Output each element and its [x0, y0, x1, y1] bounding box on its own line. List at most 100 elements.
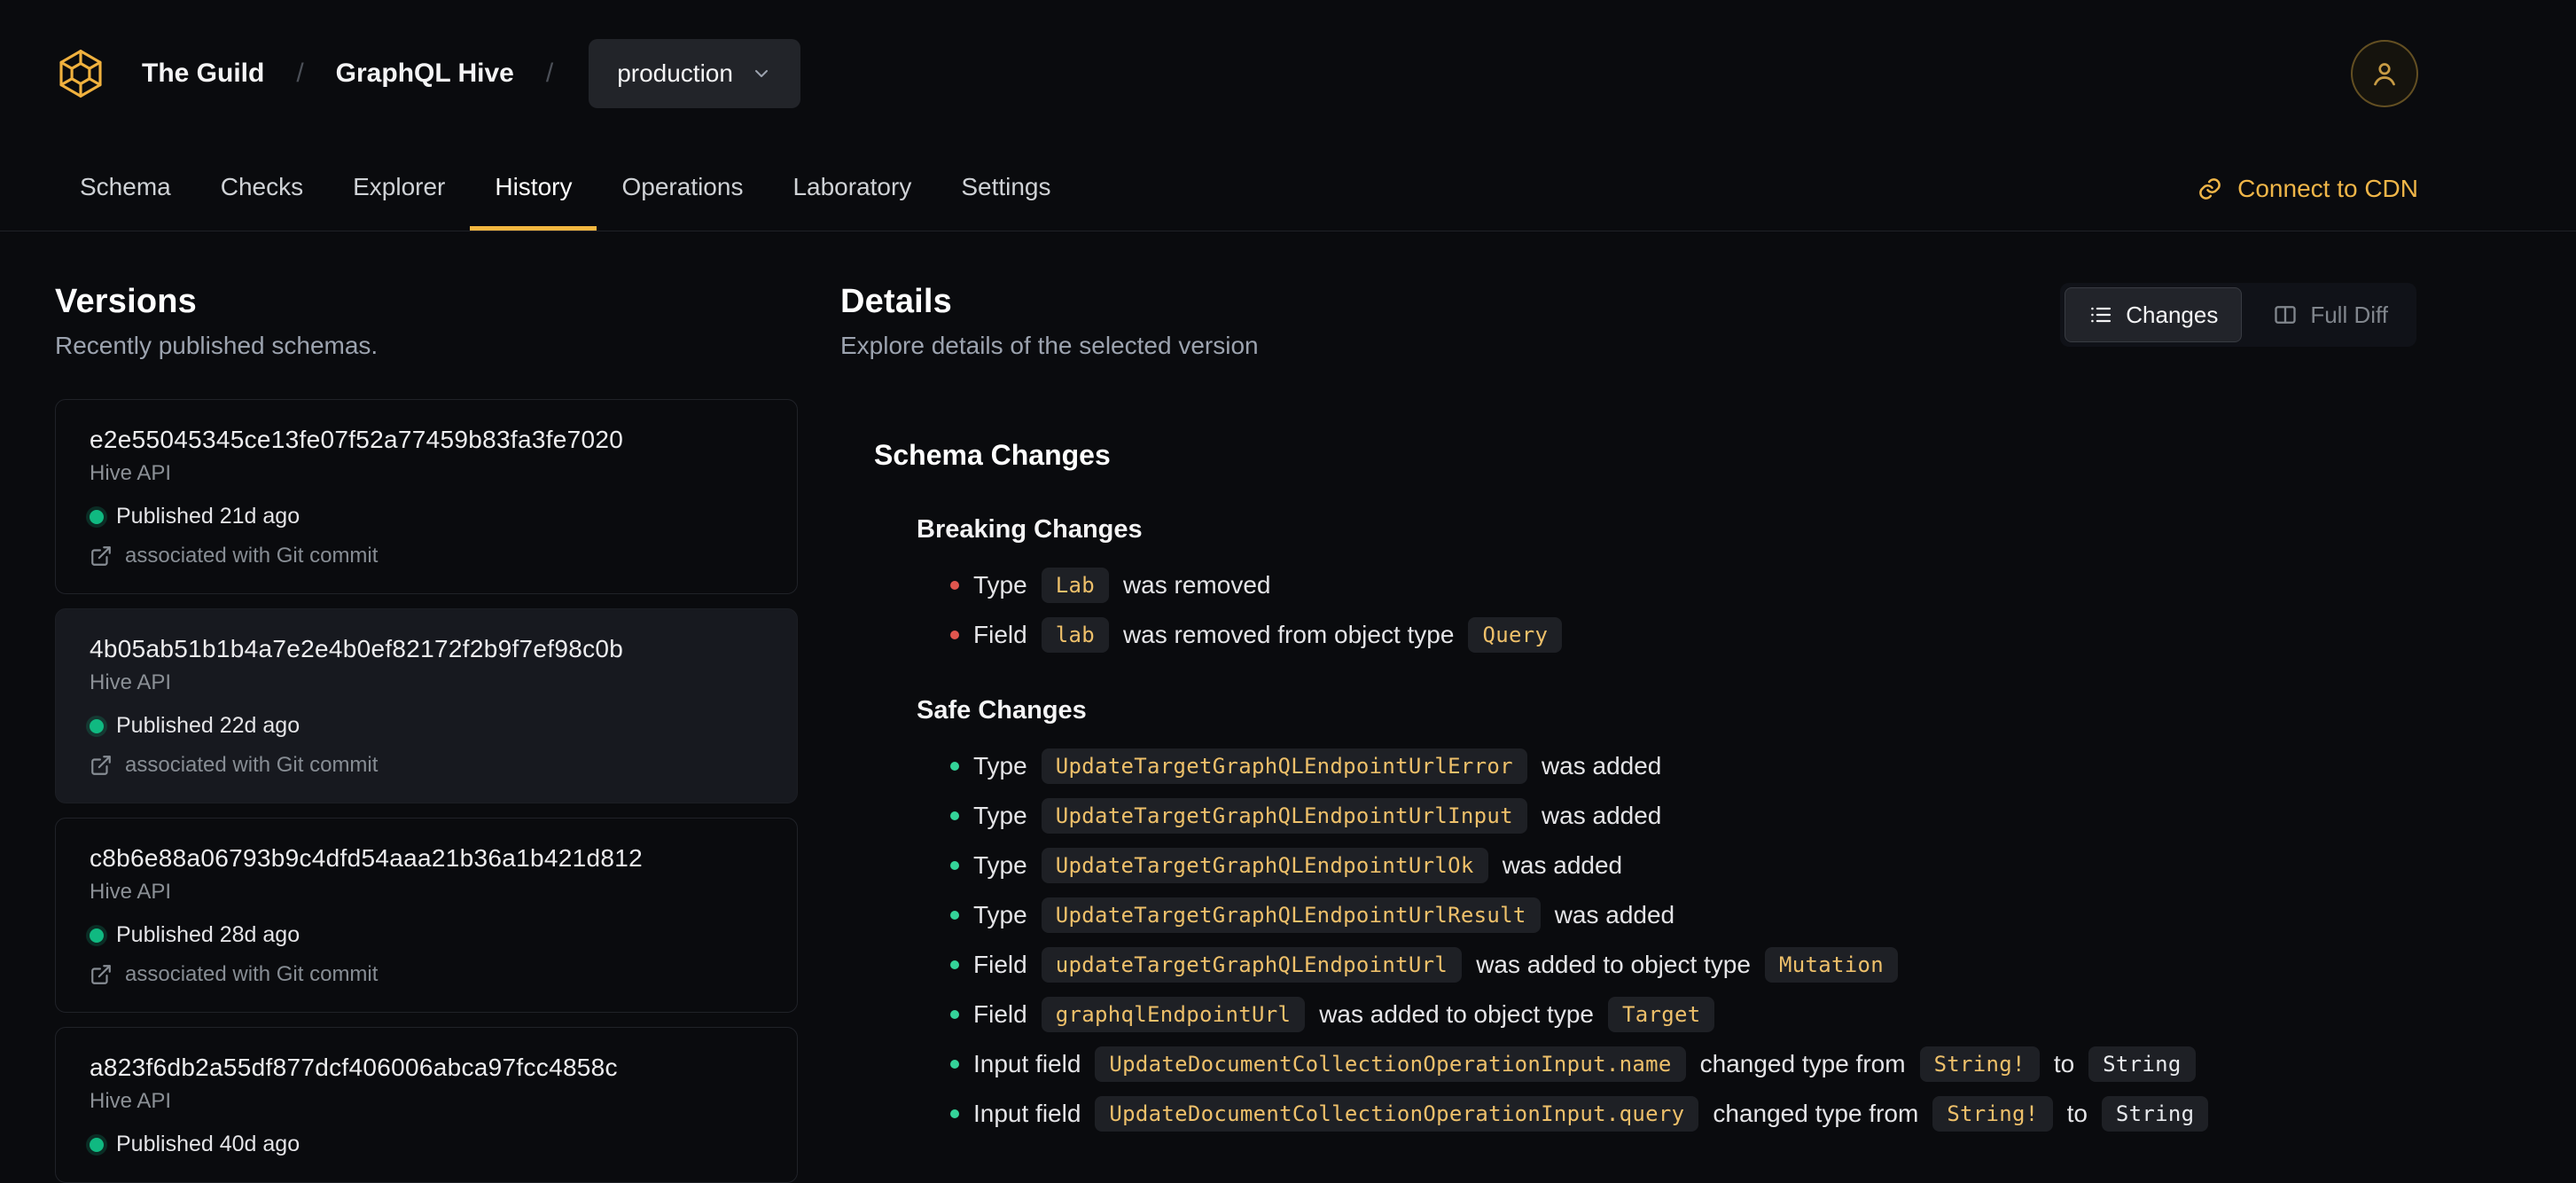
change-text: Type [973, 571, 1027, 599]
tab-label: History [495, 172, 573, 200]
tab-history[interactable]: History [470, 147, 597, 231]
published-text: Published 21d ago [116, 504, 301, 529]
tab-checks[interactable]: Checks [196, 147, 328, 231]
tab-settings[interactable]: Settings [936, 147, 1075, 231]
main-nav-tabs: Schema Checks Explorer History Operation… [0, 147, 2576, 231]
git-commit-link[interactable]: associated with Git commit [90, 753, 763, 778]
full-diff-view-label: Full Diff [2310, 301, 2388, 328]
change-description: Type UpdateTargetGraphQLEndpointUrlError w… [973, 748, 1661, 784]
change-severity-bullet [950, 1010, 959, 1019]
code-badge: graphqlEndpointUrl [1041, 997, 1306, 1032]
git-commit-label: associated with Git commit [125, 753, 379, 777]
version-hash: 4b05ab51b1b4a7e2e4b0ef82172f2b9f7ef98c0b [90, 635, 624, 662]
versions-title: Versions [55, 283, 198, 320]
change-severity-bullet [950, 861, 959, 870]
tab-operations[interactable]: Operations [597, 147, 768, 231]
version-service: Hive API [90, 461, 172, 485]
change-severity-bullet [950, 960, 959, 969]
breadcrumb-project[interactable]: GraphQL Hive [336, 59, 514, 89]
version-list: e2e55045345ce13fe07f52a77459b83fa3fe7020… [55, 399, 798, 1183]
external-link-icon [91, 965, 111, 984]
version-card[interactable]: a823f6db2a55df877dcf406006abca97fcc4858c… [55, 1027, 798, 1183]
change-group-title: Breaking Changes [917, 515, 1143, 544]
app-header: The Guild / GraphQL Hive / production Sc… [0, 0, 2576, 231]
git-commit-link[interactable]: associated with Git commit [90, 962, 763, 987]
versions-panel: Versions Recently published schemas. e2e… [55, 283, 798, 1183]
change-text: was added [1502, 851, 1623, 879]
change-text: to [2066, 1100, 2088, 1127]
hive-logo-link[interactable] [55, 48, 106, 99]
breadcrumb-org[interactable]: The Guild [142, 59, 264, 89]
schema-change-item: Field updateTargetGraphQLEndpointUrl was a… [917, 940, 2416, 990]
tab-label: Laboratory [792, 172, 912, 200]
full-diff-view-button[interactable]: Full Diff [2249, 287, 2412, 342]
schema-change-item: Type Lab was removed [917, 560, 2416, 610]
hive-hexagon-logo-icon [59, 50, 102, 98]
change-text: was added to object type [1319, 1000, 1594, 1028]
code-badge: UpdateTargetGraphQLEndpointUrlError [1041, 748, 1527, 784]
change-text: Type [973, 752, 1027, 780]
version-published-row: Published 28d ago [90, 922, 763, 948]
change-description: Type UpdateTargetGraphQLEndpointUrlResult… [973, 897, 1674, 933]
published-status-dot [90, 509, 104, 524]
schema-changes-groups: Breaking Changes Type Lab was removed Fiel… [874, 514, 2416, 1139]
change-text: was added [1554, 901, 1675, 928]
code-badge: Target [1607, 997, 1715, 1032]
details-title: Details [840, 283, 953, 320]
schema-change-item: Field graphqlEndpointUrl was added to obje… [917, 990, 2416, 1039]
tab-schema[interactable]: Schema [55, 147, 196, 231]
environment-selector[interactable]: production [589, 39, 800, 108]
code-badge: String! [1932, 1096, 2053, 1132]
change-description: Input field UpdateDocumentCollectionOpera… [973, 1046, 2196, 1082]
user-avatar-button[interactable] [2351, 40, 2418, 107]
git-commit-label: associated with Git commit [125, 544, 379, 568]
change-severity-bullet [950, 811, 959, 820]
tab-explorer[interactable]: Explorer [328, 147, 470, 231]
change-description: Field updateTargetGraphQLEndpointUrl was a… [973, 947, 1898, 983]
schema-change-item: Input field UpdateDocumentCollectionOpera… [917, 1089, 2416, 1139]
version-published-row: Published 22d ago [90, 713, 763, 739]
changes-view-button[interactable]: Changes [2065, 287, 2243, 342]
tab-laboratory[interactable]: Laboratory [768, 147, 936, 231]
version-service: Hive API [90, 1089, 172, 1113]
details-panel: Details Explore details of the selected … [840, 283, 2416, 1139]
header-top-bar: The Guild / GraphQL Hive / production [0, 0, 2576, 147]
code-badge: String [2088, 1046, 2196, 1082]
change-text: was removed [1122, 571, 1271, 599]
external-link-icon [91, 756, 111, 775]
published-status-dot [90, 928, 104, 943]
change-text: changed type from [1713, 1100, 1919, 1127]
code-badge: String [2101, 1096, 2209, 1132]
breadcrumb-separator: / [296, 59, 304, 88]
version-service: Hive API [90, 880, 172, 904]
version-card[interactable]: 4b05ab51b1b4a7e2e4b0ef82172f2b9f7ef98c0b… [55, 608, 798, 803]
schema-changes-title: Schema Changes [874, 439, 1111, 471]
tabs-group: Schema Checks Explorer History Operation… [55, 147, 1076, 231]
change-description: Type UpdateTargetGraphQLEndpointUrlInput w… [973, 798, 1661, 834]
change-text: was added [1541, 802, 1662, 829]
published-text: Published 40d ago [116, 1132, 301, 1156]
git-commit-link[interactable]: associated with Git commit [90, 544, 763, 568]
version-published-row: Published 40d ago [90, 1132, 763, 1157]
list-icon [2091, 307, 2112, 323]
breadcrumb-separator: / [545, 59, 554, 88]
code-badge: UpdateDocumentCollectionOperationInput.q… [1095, 1096, 1699, 1132]
code-badge: lab [1041, 617, 1109, 653]
changes-view-label: Changes [2126, 301, 2219, 328]
details-header: Details Explore details of the selected … [840, 283, 2416, 360]
environment-selector-value: production [617, 59, 733, 87]
change-text: Type [973, 901, 1027, 928]
code-badge: Query [1468, 617, 1563, 653]
version-card[interactable]: e2e55045345ce13fe07f52a77459b83fa3fe7020… [55, 399, 798, 594]
change-group-title: Safe Changes [917, 696, 1087, 725]
change-text: was added to object type [1476, 951, 1751, 978]
details-subtitle: Explore details of the selected version [840, 332, 1259, 359]
change-severity-bullet [950, 581, 959, 590]
versions-subtitle: Recently published schemas. [55, 332, 379, 359]
details-heading-block: Details Explore details of the selected … [840, 283, 1259, 360]
change-text: was removed from object type [1122, 621, 1455, 648]
connect-to-cdn-link[interactable]: Connect to CDN [2197, 147, 2418, 231]
change-group-safe: Safe Changes Type UpdateTargetGraphQLEndp… [874, 695, 2416, 1139]
version-card[interactable]: c8b6e88a06793b9c4dfd54aaa21b36a1b421d812… [55, 818, 798, 1013]
git-commit-label: associated with Git commit [125, 962, 379, 986]
